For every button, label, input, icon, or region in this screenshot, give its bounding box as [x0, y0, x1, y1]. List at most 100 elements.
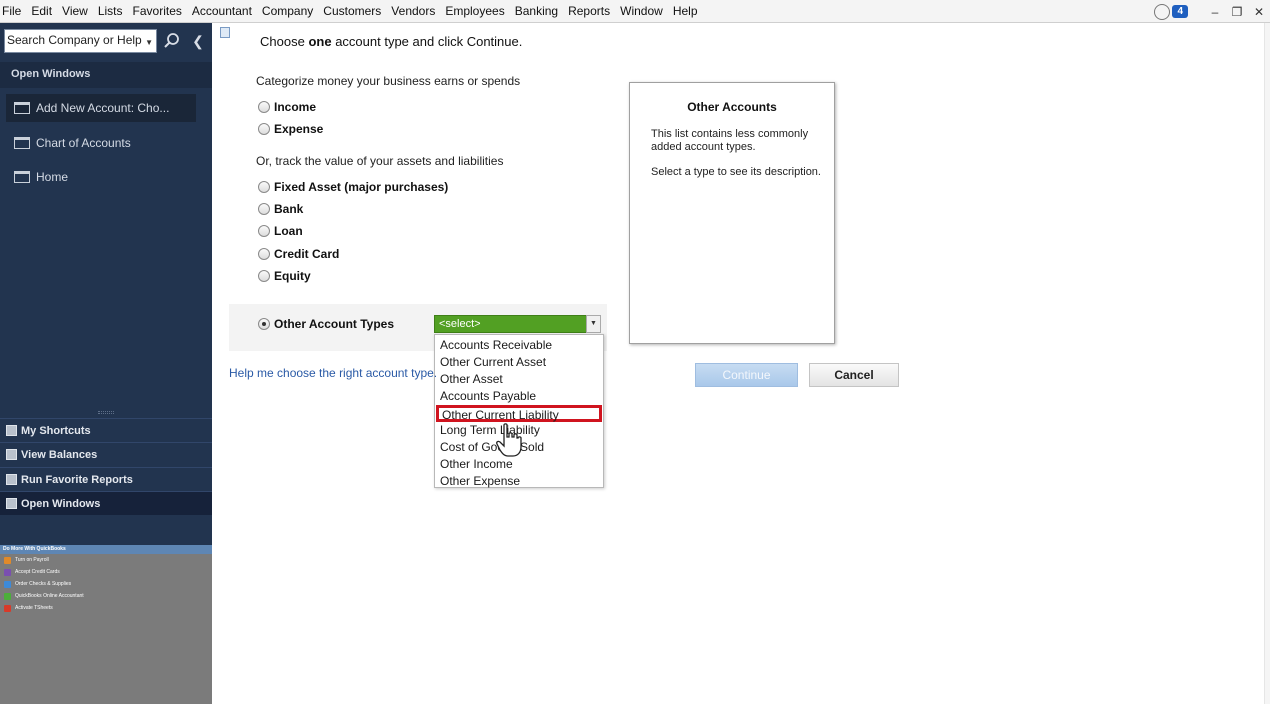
left-icon-bar: Search Company or Help ▼ ❮ Open Windows … — [0, 23, 212, 704]
radio-button[interactable] — [258, 225, 270, 237]
radio-button[interactable] — [258, 181, 270, 193]
promo-item-label: Activate TSheets — [15, 605, 53, 611]
radio-label: Fixed Asset (major purchases) — [274, 180, 449, 194]
option-accounts-receivable[interactable]: Accounts Receivable — [435, 337, 603, 354]
promo-item-label: Order Checks & Supplies — [15, 581, 72, 587]
menu-reports[interactable]: Reports — [563, 0, 615, 23]
radio-button[interactable] — [258, 248, 270, 260]
shortcut-run-favorite-reports[interactable]: Run Favorite Reports — [0, 467, 212, 491]
radio-button[interactable] — [258, 203, 270, 215]
radio-button[interactable] — [258, 270, 270, 282]
radio-bank[interactable]: Bank — [258, 202, 303, 216]
option-other-current-asset[interactable]: Other Current Asset — [435, 354, 603, 371]
search-icon[interactable] — [162, 31, 182, 51]
open-windows-header: Open Windows — [0, 62, 212, 88]
shortcut-view-balances[interactable]: View Balances — [0, 442, 212, 466]
payroll-icon — [4, 556, 11, 564]
radio-income[interactable]: Income — [258, 100, 316, 114]
heading-emphasis: one — [308, 34, 332, 49]
option-accounts-payable[interactable]: Accounts Payable — [435, 388, 603, 405]
resize-grip[interactable] — [98, 411, 114, 414]
search-input[interactable]: Search Company or Help ▼ — [4, 29, 157, 53]
minimize-icon[interactable]: – — [1204, 5, 1226, 19]
menu-company[interactable]: Company — [257, 0, 318, 23]
radio-label: Credit Card — [274, 247, 340, 261]
radio-label: Equity — [274, 269, 311, 283]
chevron-down-icon[interactable]: ▼ — [586, 315, 601, 333]
radio-button[interactable] — [258, 101, 270, 113]
track-value-label: Or, track the value of your assets and l… — [256, 154, 504, 168]
radio-label: Loan — [274, 224, 303, 238]
restore-icon[interactable]: ❐ — [1226, 5, 1248, 19]
menu-lists[interactable]: Lists — [93, 0, 128, 23]
reports-icon — [6, 474, 17, 485]
promo-panel: Do More With QuickBooks Turn on Payroll … — [0, 545, 212, 704]
radio-other-account-types[interactable]: Other Account Types — [258, 317, 394, 331]
plus-icon — [4, 592, 11, 600]
promo-item-credit-cards[interactable]: Accept Credit Cards — [0, 566, 212, 578]
option-other-current-liability[interactable]: Other Current Liability — [436, 405, 602, 422]
radio-label: Other Account Types — [274, 317, 395, 331]
menu-window[interactable]: Window — [615, 0, 668, 23]
shortcut-my-shortcuts[interactable]: My Shortcuts — [0, 418, 212, 442]
credit-card-icon — [4, 568, 11, 576]
open-window-label: Add New Account: Cho... — [36, 101, 170, 115]
description-text: This list contains less commonly added a… — [651, 128, 809, 153]
radio-button[interactable] — [258, 123, 270, 135]
open-window-chart-of-accounts[interactable]: Chart of Accounts — [6, 129, 196, 157]
open-window-add-new-account[interactable]: Add New Account: Cho... — [6, 94, 196, 122]
option-other-asset[interactable]: Other Asset — [435, 371, 603, 388]
description-hint: Select a type to see its description. — [651, 166, 821, 178]
radio-label: Bank — [274, 202, 304, 216]
menu-help[interactable]: Help — [668, 0, 703, 23]
radio-expense[interactable]: Expense — [258, 122, 323, 136]
promo-item-label: Accept Credit Cards — [15, 569, 60, 575]
checks-icon — [4, 580, 11, 588]
menu-bar: File Edit View Lists Favorites Accountan… — [0, 0, 1270, 23]
promo-item-payroll[interactable]: Turn on Payroll — [0, 554, 212, 566]
radio-credit-card[interactable]: Credit Card — [258, 247, 339, 261]
open-window-home[interactable]: Home — [6, 163, 196, 191]
menu-edit[interactable]: Edit — [26, 0, 57, 23]
window-icon — [14, 102, 30, 114]
shortcut-label: My Shortcuts — [21, 424, 91, 437]
menu-favorites[interactable]: Favorites — [128, 0, 187, 23]
alarm-clock-icon[interactable] — [1154, 3, 1171, 20]
help-choose-account-link[interactable]: Help me choose the right account type. — [229, 366, 437, 380]
window-icon — [14, 171, 30, 183]
promo-item-qbo-accountant[interactable]: QuickBooks Online Accountant — [0, 590, 212, 602]
collapse-sidebar-icon[interactable]: ❮ — [190, 31, 206, 51]
menu-view[interactable]: View — [57, 0, 93, 23]
menu-file[interactable]: File — [0, 0, 26, 23]
radio-label: Expense — [274, 122, 324, 136]
radio-button[interactable] — [258, 318, 270, 330]
shortcuts-icon — [6, 425, 17, 436]
continue-button[interactable]: Continue — [695, 363, 798, 387]
windows-icon — [6, 498, 17, 509]
radio-fixed-asset[interactable]: Fixed Asset (major purchases) — [258, 180, 448, 194]
promo-title: Do More With QuickBooks — [0, 545, 212, 554]
window-controls: 4 – ❐ ✕ — [1154, 0, 1270, 23]
window-right-edge — [1264, 23, 1270, 704]
radio-equity[interactable]: Equity — [258, 269, 311, 283]
radio-loan[interactable]: Loan — [258, 224, 303, 238]
balances-icon — [6, 449, 17, 460]
categorize-label: Categorize money your business earns or … — [256, 74, 521, 88]
promo-item-tsheets[interactable]: Activate TSheets — [0, 602, 212, 614]
promo-item-checks[interactable]: Order Checks & Supplies — [0, 578, 212, 590]
notification-badge[interactable]: 4 — [1172, 5, 1188, 18]
menu-vendors[interactable]: Vendors — [386, 0, 440, 23]
chevron-down-icon[interactable]: ▼ — [145, 38, 153, 47]
add-new-account-dialog: Choose one account type and click Contin… — [212, 23, 1270, 704]
account-type-select[interactable]: <select> — [434, 315, 601, 333]
cancel-button[interactable]: Cancel — [809, 363, 899, 387]
menu-banking[interactable]: Banking — [510, 0, 563, 23]
option-other-expense[interactable]: Other Expense — [435, 473, 603, 490]
account-description-panel: Other Accounts This list contains less c… — [629, 82, 835, 344]
heading-text: account type and click Continue. — [335, 34, 523, 49]
menu-accountant[interactable]: Accountant — [187, 0, 257, 23]
menu-customers[interactable]: Customers — [318, 0, 386, 23]
shortcut-open-windows[interactable]: Open Windows — [0, 491, 212, 515]
close-icon[interactable]: ✕ — [1248, 5, 1270, 19]
menu-employees[interactable]: Employees — [440, 0, 509, 23]
